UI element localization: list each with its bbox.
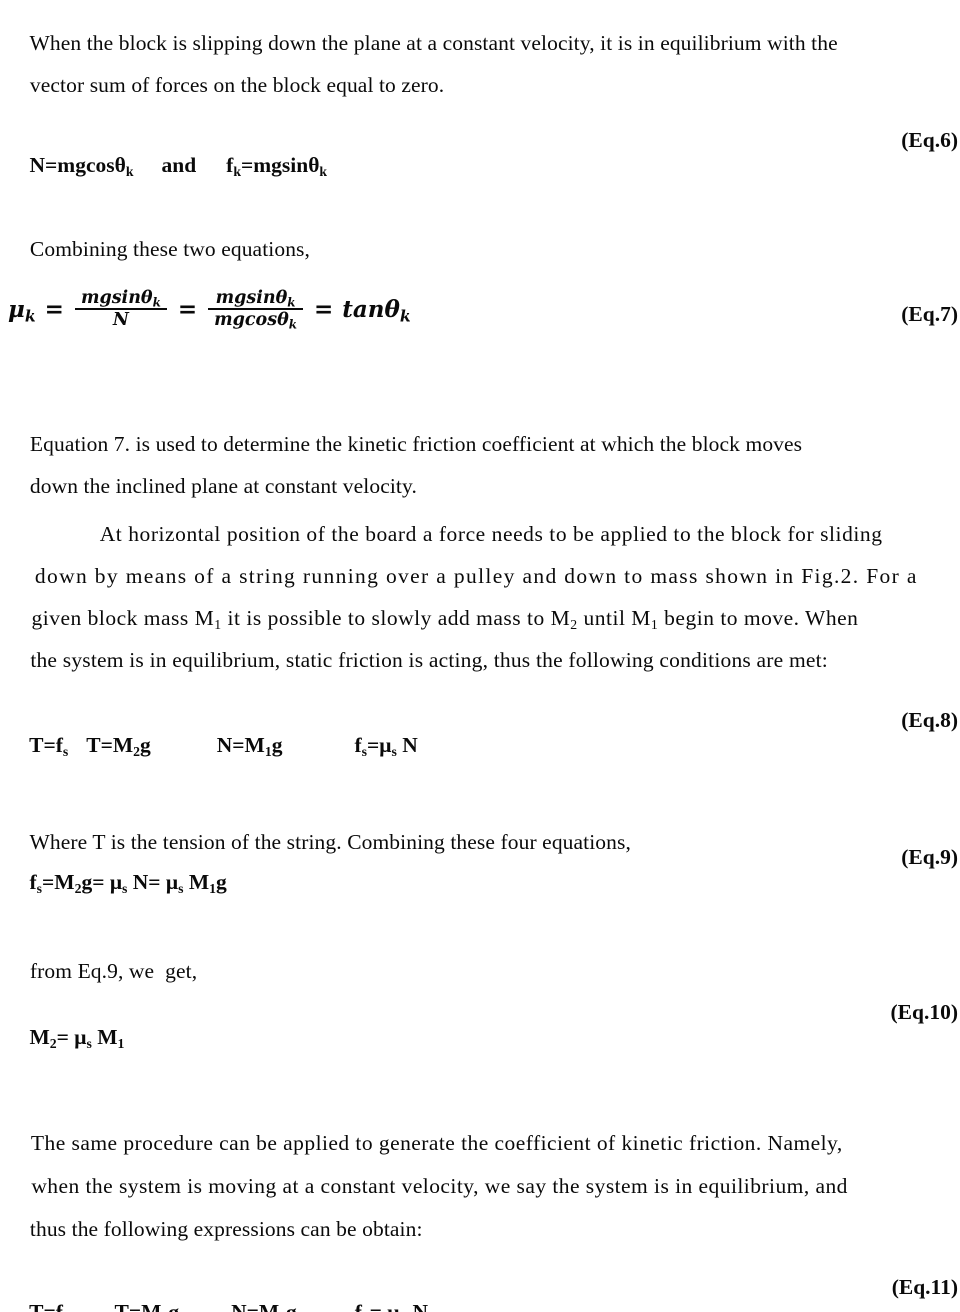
from-eq9-text: from Eq.9, we get, <box>29 959 198 983</box>
equation-11-item-2-base: T=M <box>114 1300 162 1312</box>
equation-6-lhs-subscript: k <box>125 163 134 179</box>
equation-9-n-mu: N= μ <box>127 870 179 894</box>
equation-11-item-4-mu: = μ <box>369 1300 400 1312</box>
equation-9-m: =M <box>42 870 75 894</box>
equation-9-tail: g <box>216 870 227 894</box>
equation-7-mu-symbol: μ <box>8 295 25 323</box>
equation-7-fraction-1-denominator: N <box>74 308 167 330</box>
equation-8-item-2-base: T=M <box>86 733 134 757</box>
equation-11-item-4-tail: N <box>407 1300 428 1312</box>
equation-9-subscript-5: 1 <box>209 880 217 896</box>
equation-11-item-4-base: f <box>354 1300 362 1312</box>
equation-8-item-1-base: T=f <box>29 733 63 757</box>
equation-8-item-3-tail: g <box>271 733 283 757</box>
equation-8-item-2-subscript: 2 <box>133 743 141 759</box>
combining-text: Combining these two equations, <box>29 237 310 261</box>
equation-8-item-3: N=M1g <box>216 733 283 759</box>
kinetic-line-3: thus the following expressions can be ob… <box>8 1190 952 1268</box>
equation-11-item-3-tail: g <box>286 1300 297 1312</box>
equation-11-tag: (Eq.11) <box>891 1275 958 1299</box>
equation-8-item-2-tail: g <box>140 733 151 757</box>
equation-7-fraction-2-denominator-base: mgcosθ <box>214 310 289 331</box>
equation-6-rhs-subscript-2: k <box>319 163 328 179</box>
equation-8-item-4: fs=μs N <box>354 733 418 758</box>
horizontal-line-4-text: the system is in equilibrium, static fri… <box>30 648 828 672</box>
equation-6-tag: (Eq.6) <box>901 128 958 152</box>
equation-10-m1: M <box>91 1025 118 1049</box>
equation-10-subscript-3: 1 <box>117 1035 125 1051</box>
equation-8-item-1: T=fs <box>29 733 69 759</box>
equation-11-item-4: fk= μk N <box>355 1300 428 1312</box>
equation-7-mu: μk <box>8 295 36 326</box>
equation-11-item-2: T=M2g <box>115 1300 180 1312</box>
equation-7-fraction-1-numerator: mgsinθk <box>75 288 167 309</box>
equation-11-item-1: T=fk <box>29 1300 70 1312</box>
equation-8-item-4-mu: =μ <box>367 733 392 757</box>
kinetic-line-3-text: thus the following expressions can be ob… <box>29 1217 423 1241</box>
equation-6-rhs-subscript-1: k <box>233 163 241 179</box>
equation-8-item-2: T=M2g <box>86 733 151 759</box>
equation-7-tan-base: tanθ <box>342 295 400 323</box>
equation-9-tag: (Eq.9) <box>901 845 958 869</box>
equation-7-fraction-1: mgsinθk N <box>74 288 167 330</box>
equation-11-item-1-base: T=f <box>29 1300 63 1312</box>
equation-7-fraction-2-denominator: mgcosθk <box>208 308 303 332</box>
document-page: When the block is slipping down the plan… <box>0 0 960 1312</box>
equation-7-fraction-1-numerator-base: mgsinθ <box>80 288 153 308</box>
equation-7-tag: (Eq.7) <box>901 302 958 326</box>
equation-7-fraction-2-numerator-base: mgsinθ <box>215 288 288 308</box>
horizontal-line-4: the system is in equilibrium, static fri… <box>8 621 952 699</box>
combining-line: Combining these two equations, <box>8 210 952 288</box>
equation-10-m: M <box>29 1025 50 1049</box>
equation-11-row: T=fk T=M2g N=M1g fk= μk N (Eq.11) <box>8 1275 958 1312</box>
equation-6-conjunction: and <box>161 153 197 177</box>
equation-10-row: M2= μs M1 (Eq.10) <box>8 1000 959 1100</box>
intro-line-2-text: vector sum of forces on the block equal … <box>29 73 445 97</box>
equation-6-lhs-base: N=mgcosθ <box>29 153 126 177</box>
equation-8-tag: (Eq.8) <box>901 708 958 732</box>
equation-8-item-3-subscript: 1 <box>264 743 272 759</box>
equation-7-math: μk = mgsinθk N = mgsinθk mgcosθk = tanθk <box>8 288 411 332</box>
equation-6-lhs: N=mgcosθk <box>29 153 134 179</box>
equation-7-fraction-2: mgsinθk mgcosθk <box>208 288 303 332</box>
equation-8-item-1-subscript: s <box>62 743 69 759</box>
equation-9-expression: fs=M2g= μs N= μs M1g <box>29 870 227 896</box>
equation-10-expression: M2= μs M1 <box>29 1025 125 1051</box>
equation-11-item-2-tail: g <box>168 1300 180 1312</box>
equation-8-item-3-base: N=M <box>216 733 265 757</box>
equation-6-rhs-body: =mgsinθ <box>240 153 320 177</box>
equation-10-subscript-1: 2 <box>49 1035 57 1051</box>
equation-8-item-4-base: f <box>354 733 362 757</box>
equation-10-mu: = μ <box>56 1025 87 1049</box>
equation-7-fraction-2-denominator-subscript: k <box>288 317 297 332</box>
from-eq9-line: from Eq.9, we get, <box>8 932 952 1010</box>
equation-7-tan: tanθk <box>342 295 411 326</box>
equation-7-mu-subscript: k <box>24 306 36 326</box>
equation-10-tag: (Eq.10) <box>890 1000 959 1024</box>
equation-7-equals-1: = <box>44 295 64 323</box>
equation-9-g-mu: g= μ <box>81 870 123 894</box>
equation-7-equals-2: = <box>177 295 198 323</box>
equation-9-f: f <box>29 870 37 894</box>
equation-11-item-3: N=M1g <box>231 1300 297 1312</box>
equation-9-m1: M <box>183 870 210 894</box>
equation-7-fraction-2-numerator: mgsinθk <box>210 288 302 309</box>
intro-line-2: vector sum of forces on the block equal … <box>8 46 952 124</box>
equation-9-row: fs=M2g= μs N= μs M1g (Eq.9) <box>8 845 959 945</box>
equation-7-equals-3: = <box>314 295 334 323</box>
equation-6-rhs: fk=mgsinθk <box>226 153 328 179</box>
equation-11-item-3-base: N=M <box>231 1300 280 1312</box>
equation-8-row: T=fs T=M2g N=M1g fs=μs N (Eq.8) <box>8 708 958 808</box>
equation-8-item-4-tail: N <box>396 733 418 757</box>
equation-7-tan-subscript: k <box>399 306 411 326</box>
